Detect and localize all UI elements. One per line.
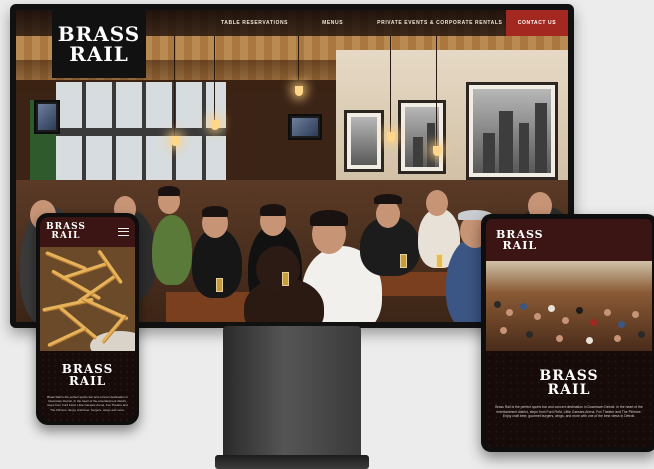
site-logo[interactable]: BRASS RAIL — [52, 10, 146, 78]
contact-us-button[interactable]: CONTACT US — [506, 10, 568, 36]
tablet-about-text: Brass Rail is the perfect sports bar and… — [495, 405, 643, 419]
phone-logo[interactable]: BRASS RAIL — [46, 223, 86, 241]
tv-screen — [288, 114, 322, 140]
logo-line-1: BRASS — [539, 368, 599, 384]
nav-private-events[interactable]: PRIVATE EVENTS & CORPORATE RENTALS — [377, 20, 502, 26]
tablet-screen: BRASS RAIL BRASS RAIL Brass Rail is the … — [486, 219, 652, 447]
window-wall — [56, 82, 226, 192]
logo-line-2: RAIL — [69, 42, 129, 66]
pendant-lamp — [433, 146, 441, 156]
tablet-about-section: BRASS RAIL Brass Rail is the perfect spo… — [486, 351, 652, 447]
monitor-stand-base — [215, 455, 369, 469]
logo-line-2: RAIL — [68, 374, 107, 388]
tablet-body-logo: BRASS RAIL — [539, 369, 598, 397]
tablet-device: BRASS RAIL BRASS RAIL Brass Rail is the … — [481, 214, 654, 452]
nav-menus[interactable]: MENUS — [322, 20, 343, 26]
pendant-lamp — [295, 86, 303, 96]
main-nav: TABLE RESERVATIONS MENUS PRIVATE EVENTS … — [221, 10, 537, 36]
logo-line-1: BRASS — [57, 22, 141, 46]
logo-line-2: RAIL — [51, 231, 81, 241]
wall-photo-frame — [344, 110, 384, 172]
phone-about-text: Brass Rail is the perfect sports bar and… — [47, 395, 128, 412]
window-band — [56, 128, 226, 136]
monitor-stand — [223, 326, 361, 469]
tv-screen — [34, 100, 60, 134]
pendant-lamp — [211, 120, 219, 130]
fries-photo — [40, 247, 135, 351]
logo-line-2: RAIL — [502, 239, 538, 252]
pendant-lamp — [171, 136, 179, 146]
wall-photo-frame — [466, 82, 558, 180]
hamburger-icon[interactable] — [118, 228, 129, 236]
tablet-crowd-photo — [486, 261, 652, 351]
tablet-header: BRASS RAIL — [486, 219, 652, 261]
phone-about-section: BRASS RAIL Brass Rail is the perfect spo… — [40, 351, 135, 421]
pendant-lamp — [387, 132, 395, 142]
nav-table-reservations[interactable]: TABLE RESERVATIONS — [221, 20, 288, 26]
phone-device: BRASS RAIL BRASS RAIL Brass Rail is the … — [36, 213, 139, 425]
phone-screen: BRASS RAIL BRASS RAIL Brass Rail is the … — [40, 217, 135, 421]
phone-body-logo: BRASS RAIL — [62, 363, 114, 387]
wall-photo-frame — [398, 100, 446, 174]
device-mockup-stage: BRASS RAIL TABLE RESERVATIONS MENUS PRIV… — [0, 0, 654, 469]
phone-header: BRASS RAIL — [40, 217, 135, 247]
logo-line-2: RAIL — [547, 382, 591, 398]
tablet-logo[interactable]: BRASS RAIL — [496, 229, 544, 251]
